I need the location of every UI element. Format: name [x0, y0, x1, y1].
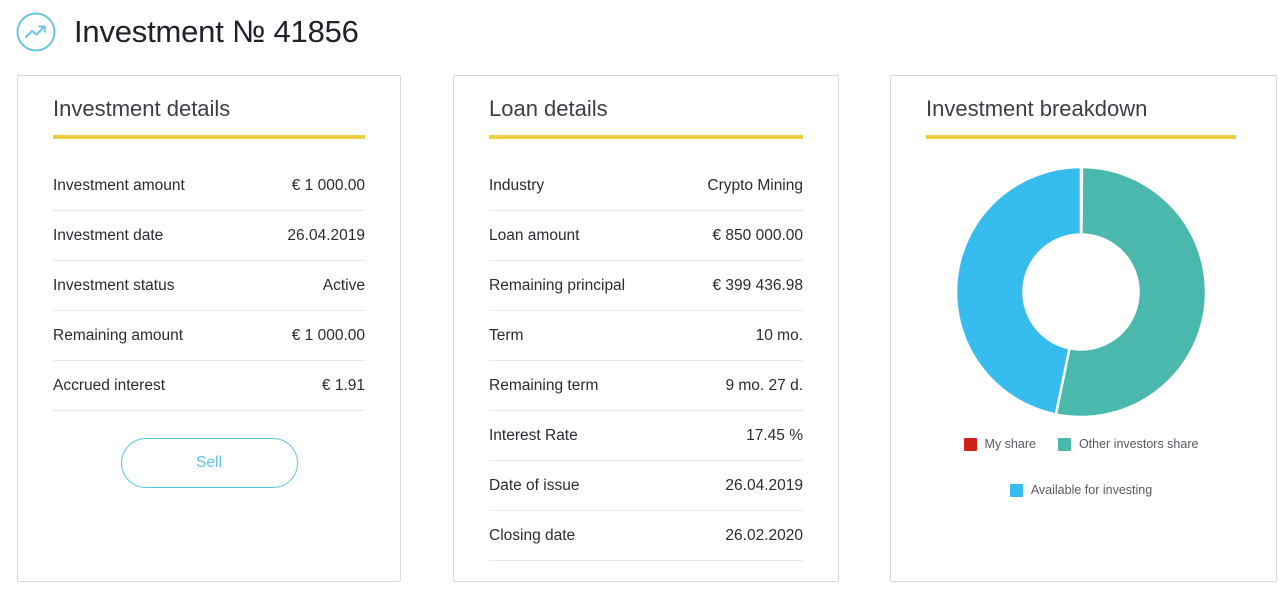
chart-legend: My share Other investors share Available f… [926, 437, 1236, 497]
detail-row-value: 10 mo. [755, 326, 803, 344]
legend-swatch-icon [1009, 483, 1023, 497]
detail-row-label: Remaining principal [489, 276, 626, 294]
legend-label: Available for investing [1030, 483, 1153, 497]
legend-swatch-icon [963, 437, 977, 451]
detail-row: Investment date 26.04.2019 [53, 211, 365, 261]
detail-row-label: Term [489, 326, 524, 344]
title-underline [53, 135, 365, 139]
legend-item[interactable]: Available for investing [1009, 483, 1153, 497]
detail-row-value: Crypto Mining [707, 176, 803, 194]
detail-row-label: Closing date [489, 526, 576, 544]
investment-breakdown-card: Investment breakdown My share Other inves… [890, 75, 1277, 582]
detail-row: Loan amount € 850 000.00 [489, 211, 803, 261]
page-header: Investment № 41856 [14, 6, 359, 58]
card-title-investment-breakdown: Investment breakdown [926, 96, 1148, 121]
legend-item[interactable]: Other investors share [1057, 437, 1199, 451]
sell-button-container: Sell [53, 438, 365, 488]
detail-row-value: 26.04.2019 [287, 226, 365, 244]
investment-details-card: Investment details Investment amount € 1 … [17, 75, 401, 582]
detail-row-value: 17.45 % [746, 426, 803, 444]
detail-row-value: € 1.91 [321, 376, 365, 394]
loan-details-card: Loan details Industry Crypto Mining Loan a… [453, 75, 839, 582]
card-title-loan-details: Loan details [489, 96, 608, 121]
detail-row-value: Active [322, 276, 365, 294]
detail-row-value: 26.04.2019 [725, 476, 803, 494]
donut-chart-container [926, 161, 1236, 423]
donut-slice[interactable] [954, 165, 1083, 416]
detail-row-label: Investment date [53, 226, 164, 244]
detail-row: Remaining term 9 mo. 27 d. [489, 361, 803, 411]
legend-label: Other investors share [1078, 437, 1199, 451]
detail-row-label: Industry [489, 176, 545, 194]
detail-row: Investment status Active [53, 261, 365, 311]
detail-row-label: Interest Rate [489, 426, 578, 444]
detail-row: Remaining amount € 1 000.00 [53, 311, 365, 361]
detail-row-value: € 850 000.00 [712, 226, 803, 244]
detail-row-value: 9 mo. 27 d. [725, 376, 803, 394]
detail-row: Term 10 mo. [489, 311, 803, 361]
detail-row-value: € 1 000.00 [291, 326, 365, 344]
detail-row-label: Remaining term [489, 376, 599, 394]
detail-row-value: 26.02.2020 [725, 526, 803, 544]
page-title: Investment № 41856 [74, 14, 359, 49]
detail-row-value: € 1 000.00 [291, 176, 365, 194]
detail-row-value: € 399 436.98 [712, 276, 803, 294]
trending-up-circle-icon [16, 12, 56, 52]
legend-item[interactable]: My share [963, 437, 1036, 451]
detail-row-label: Remaining amount [53, 326, 184, 344]
detail-row-label: Date of issue [489, 476, 580, 494]
detail-row: Industry Crypto Mining [489, 161, 803, 211]
detail-row: Investment amount € 1 000.00 [53, 161, 365, 211]
investment-details-rows: Investment amount € 1 000.00 Investment da… [53, 161, 365, 411]
detail-row: Date of issue 26.04.2019 [489, 461, 803, 511]
detail-row-label: Investment amount [53, 176, 185, 194]
detail-row: Interest Rate 17.45 % [489, 411, 803, 461]
loan-details-rows: Industry Crypto Mining Loan amount € 850 00… [489, 161, 803, 561]
detail-row: Remaining principal € 399 436.98 [489, 261, 803, 311]
card-title-investment-details: Investment details [53, 96, 231, 121]
legend-swatch-icon [1057, 437, 1071, 451]
legend-label: My share [984, 437, 1036, 451]
detail-row: Closing date 26.02.2020 [489, 511, 803, 561]
investment-breakdown-donut-chart [954, 165, 1208, 419]
sell-button[interactable]: Sell [120, 438, 298, 488]
title-underline [489, 135, 803, 139]
title-underline [926, 135, 1236, 139]
detail-row: Accrued interest € 1.91 [53, 361, 365, 411]
detail-row-label: Loan amount [489, 226, 580, 244]
detail-row-label: Investment status [53, 276, 175, 294]
detail-row-label: Accrued interest [53, 376, 165, 394]
